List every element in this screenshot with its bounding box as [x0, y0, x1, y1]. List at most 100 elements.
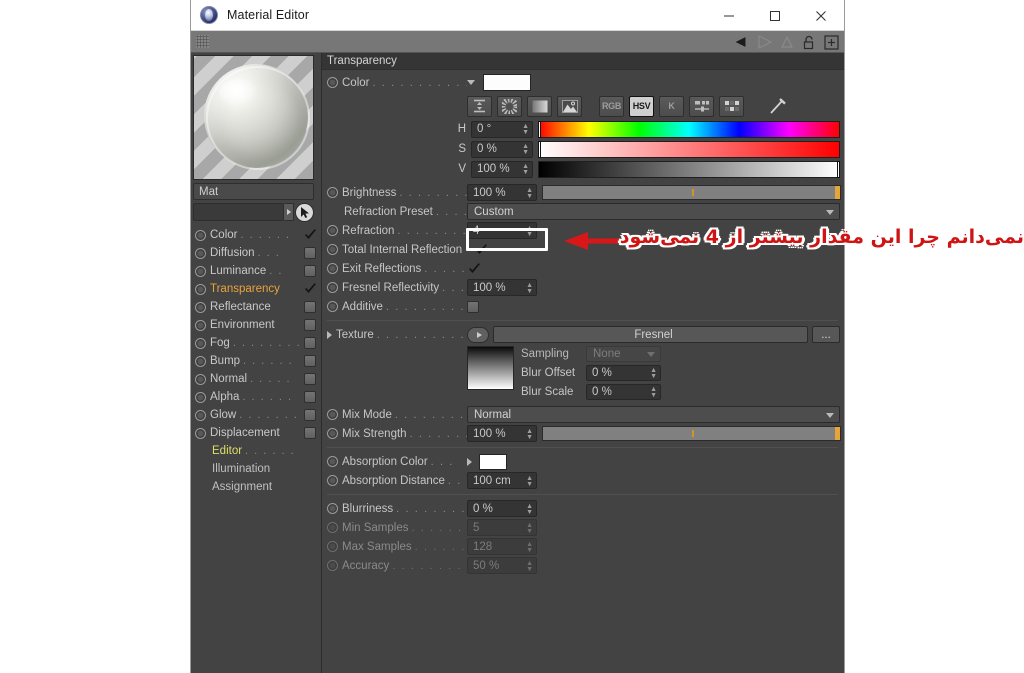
material-name-field[interactable]: Mat [193, 183, 314, 200]
channel-item-glow[interactable]: Glow. . . . . . . [191, 406, 321, 424]
channel-checkbox[interactable] [304, 373, 316, 385]
color-animate-dot[interactable] [327, 77, 338, 88]
sidebar-item-illumination[interactable]: Illumination [191, 460, 321, 478]
hsv-v-marker[interactable] [837, 160, 840, 178]
absorption-color-expand-chevron-right-icon[interactable] [467, 457, 472, 466]
tir-animate-dot[interactable] [327, 244, 338, 255]
channel-radio-icon[interactable] [195, 409, 206, 421]
channel-radio-icon[interactable] [195, 301, 206, 313]
hsv-button[interactable]: HSV [629, 95, 654, 117]
wheel-icon[interactable] [497, 95, 522, 117]
mix-mode-dropdown[interactable]: Normal [467, 406, 840, 423]
texture-expand-chevron-right-icon[interactable] [327, 330, 332, 339]
channel-checkbox[interactable] [304, 409, 316, 421]
color-expand-chevron-down-icon[interactable] [467, 80, 475, 85]
channel-item-fog[interactable]: Fog. . . . . . . . [191, 334, 321, 352]
fresnel-animate-dot[interactable] [327, 282, 338, 293]
blur-scale-input[interactable]: 0 % ▲ ▼ [586, 383, 661, 401]
play-arrow-icon[interactable] [467, 326, 489, 343]
tir-checkbox[interactable] [474, 243, 488, 256]
hsv-h-gradient-bar[interactable] [538, 120, 840, 138]
minimize-button[interactable] [706, 0, 752, 31]
channel-checkbox[interactable] [304, 319, 316, 331]
sliders-icon[interactable] [689, 95, 714, 117]
channel-item-color[interactable]: Color. . . . . . [191, 226, 321, 244]
channel-item-displacement[interactable]: Displacement [191, 424, 321, 442]
channel-item-transparency[interactable]: Transparency [191, 280, 321, 298]
channel-radio-icon[interactable] [195, 319, 206, 331]
channel-item-bump[interactable]: Bump. . . . . . [191, 352, 321, 370]
brightness-animate-dot[interactable] [327, 187, 338, 198]
refraction-stepper[interactable]: ▲ ▼ [526, 223, 533, 240]
hsv-v-stepper[interactable]: ▲ ▼ [522, 162, 529, 179]
hsv-s-gradient-bar[interactable] [538, 140, 840, 158]
exit-reflections-checkbox[interactable] [467, 262, 481, 275]
absorption-color-animate-dot[interactable] [327, 456, 338, 467]
sidebar-item-editor[interactable]: Editor. . . . . . [191, 442, 321, 460]
eyedropper-icon[interactable] [765, 96, 790, 117]
sidebar-item-assignment[interactable]: Assignment [191, 478, 321, 496]
hsv-v-input[interactable]: 100 % ▲ ▼ [471, 160, 533, 179]
hsv-v-gradient-bar[interactable] [538, 160, 840, 178]
blurriness-stepper[interactable]: ▲ ▼ [526, 501, 533, 518]
channel-item-normal[interactable]: Normal. . . . . [191, 370, 321, 388]
picture-icon[interactable] [557, 95, 582, 117]
maximize-button[interactable] [752, 0, 798, 31]
channel-checkbox[interactable] [304, 265, 316, 277]
texture-shader-field[interactable]: Fresnel [493, 326, 808, 343]
channel-item-luminance[interactable]: Luminance. . [191, 262, 321, 280]
absorption-distance-input[interactable]: 100 cm ▲ ▼ [467, 472, 537, 489]
up-arrow-icon[interactable] [778, 33, 796, 51]
pointer-icon[interactable] [295, 202, 314, 222]
dot-grid-handle-icon[interactable] [196, 35, 209, 48]
exit-reflections-animate-dot[interactable] [327, 263, 338, 274]
blurriness-input[interactable]: 0 % ▲ ▼ [467, 500, 537, 517]
brightness-slider-handle[interactable] [835, 186, 840, 199]
absorption-distance-stepper[interactable]: ▲ ▼ [526, 473, 533, 490]
fresnel-stepper[interactable]: ▲ ▼ [526, 280, 533, 297]
channel-radio-icon[interactable] [195, 427, 206, 439]
channel-checkmark-icon[interactable] [303, 283, 317, 296]
channel-radio-icon[interactable] [195, 283, 206, 295]
mix-strength-input[interactable]: 100 % ▲ ▼ [467, 425, 537, 442]
blurriness-animate-dot[interactable] [327, 503, 338, 514]
hsv-h-input[interactable]: 0 ° ▲ ▼ [471, 120, 533, 139]
kelvin-button[interactable]: K [659, 95, 684, 117]
brightness-stepper[interactable]: ▲ ▼ [526, 185, 533, 202]
channel-checkbox[interactable] [304, 355, 316, 367]
channel-item-alpha[interactable]: Alpha. . . . . . [191, 388, 321, 406]
texture-more-button[interactable]: ... [812, 326, 840, 343]
absorption-color-swatch[interactable] [479, 453, 507, 470]
blur-offset-input[interactable]: 0 % ▲ ▼ [586, 364, 661, 381]
channel-radio-icon[interactable] [195, 229, 206, 241]
fresnel-input[interactable]: 100 % ▲ ▼ [467, 279, 537, 296]
mix-strength-slider[interactable] [542, 426, 841, 441]
add-panel-icon[interactable] [822, 33, 840, 51]
additive-animate-dot[interactable] [327, 301, 338, 312]
refraction-animate-dot[interactable] [327, 225, 338, 236]
range-icon[interactable] [467, 95, 492, 117]
refraction-input[interactable]: 4 ▲ ▼ [467, 222, 537, 239]
material-selector-field[interactable] [193, 203, 284, 221]
sampling-dropdown[interactable]: None [586, 345, 661, 362]
mix-strength-animate-dot[interactable] [327, 428, 338, 439]
texture-thumbnail[interactable] [467, 346, 514, 390]
channel-checkbox[interactable] [304, 427, 316, 439]
channel-item-environment[interactable]: Environment [191, 316, 321, 334]
brightness-slider[interactable] [542, 185, 841, 200]
swatches-icon[interactable] [719, 95, 744, 117]
mix-strength-slider-handle[interactable] [835, 427, 840, 440]
channel-radio-icon[interactable] [195, 391, 206, 403]
channel-checkbox[interactable] [304, 301, 316, 313]
channel-checkbox[interactable] [304, 391, 316, 403]
brightness-input[interactable]: 100 % ▲ ▼ [467, 184, 537, 201]
close-button[interactable] [798, 0, 844, 31]
blur-scale-stepper[interactable]: ▲ ▼ [650, 385, 657, 401]
color-swatch[interactable] [483, 74, 531, 91]
hsv-h-stepper[interactable]: ▲ ▼ [522, 122, 529, 139]
forward-arrow-icon[interactable] [756, 33, 774, 51]
additive-checkbox[interactable] [467, 300, 479, 313]
gradient-icon[interactable] [527, 95, 552, 117]
mix-strength-stepper[interactable]: ▲ ▼ [526, 426, 533, 443]
channel-checkbox[interactable] [304, 337, 316, 349]
